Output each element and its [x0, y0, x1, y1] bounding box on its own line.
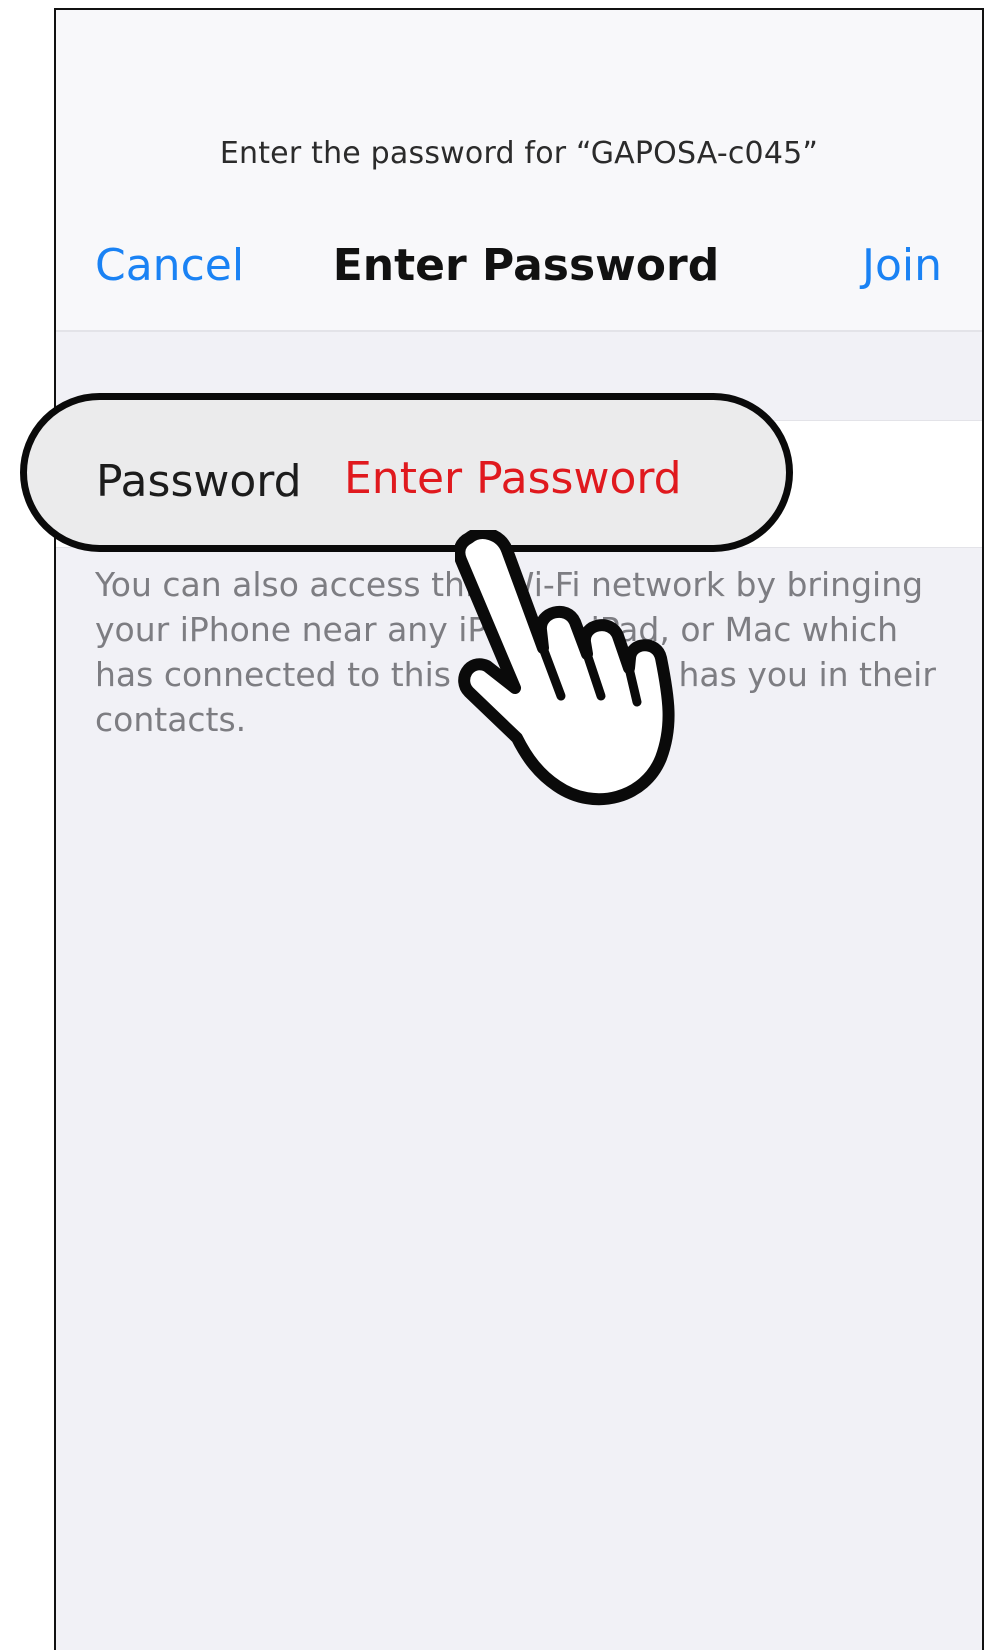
- join-button[interactable]: Join: [862, 240, 942, 291]
- phone-screen: Enter the password for “GAPOSA-c045” Can…: [54, 8, 984, 1650]
- navigation-bar: Enter the password for “GAPOSA-c045” Can…: [56, 10, 982, 332]
- page-title: Enter Password: [332, 240, 720, 291]
- hand-pointer-icon: [455, 530, 675, 806]
- password-label: Password: [96, 456, 302, 507]
- tutorial-stage: Enter the password for “GAPOSA-c045” Can…: [0, 0, 996, 1650]
- network-prompt: Enter the password for “GAPOSA-c045”: [219, 136, 819, 171]
- password-input[interactable]: [344, 448, 764, 508]
